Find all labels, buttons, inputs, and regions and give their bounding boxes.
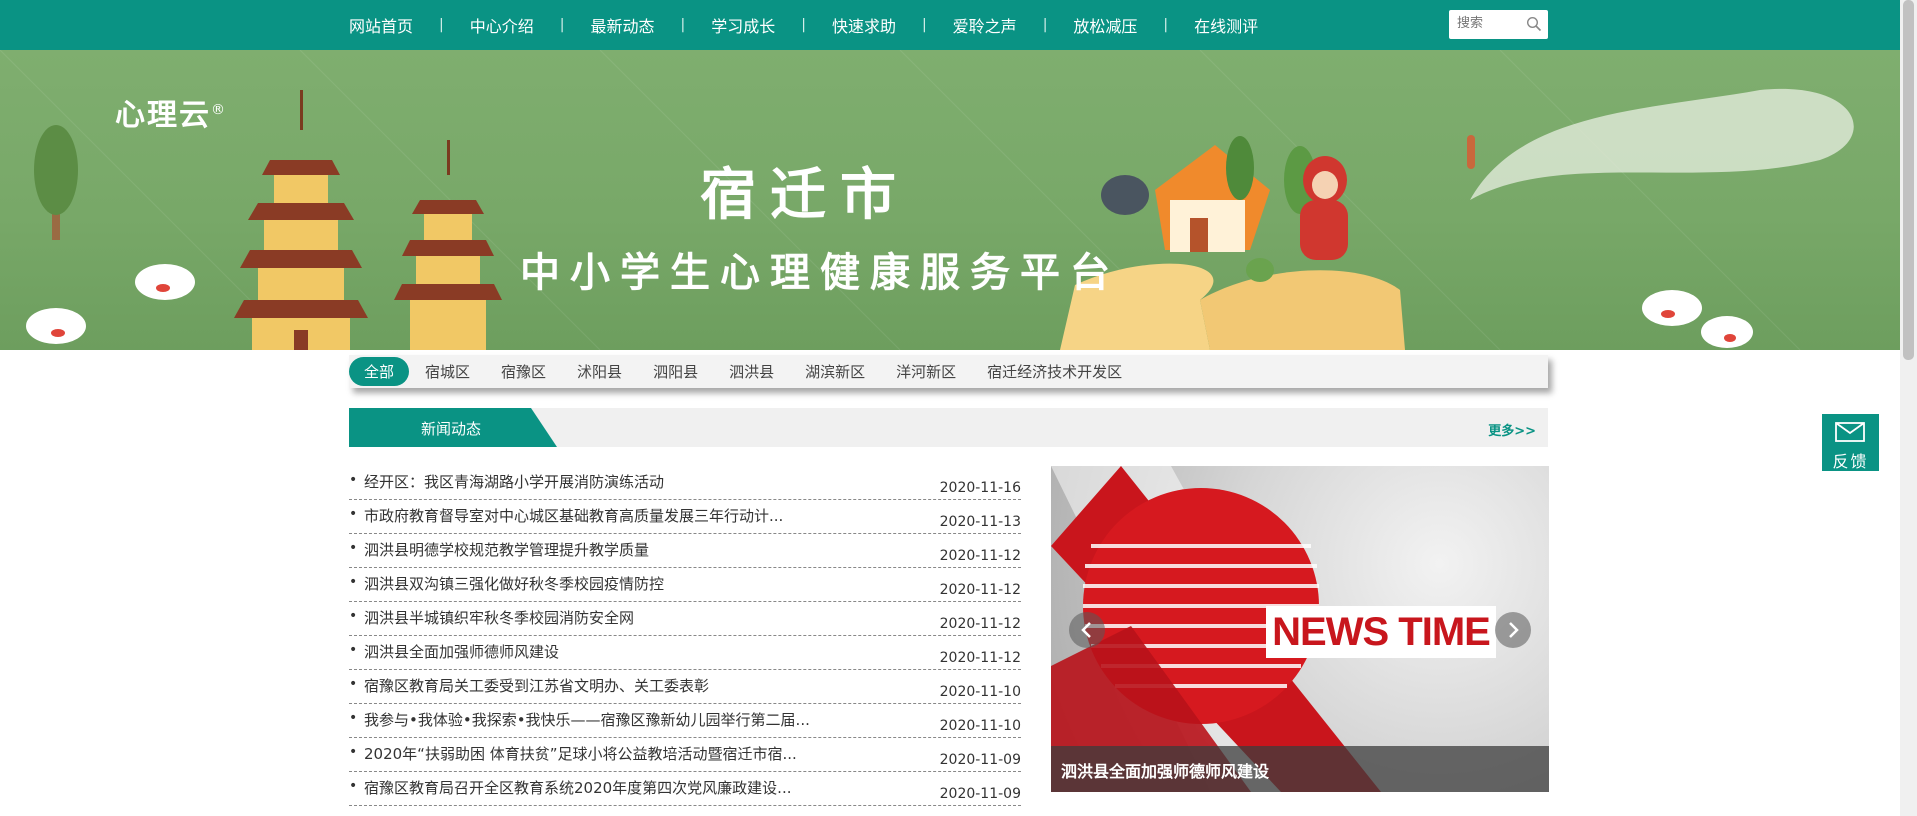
news-date: 2020-11-09 xyxy=(939,752,1021,768)
news-title[interactable]: 2020年“扶弱助困 体育扶贫”足球小将公益教培活动暨宿迁市宿... xyxy=(364,743,797,764)
bullet: • xyxy=(349,744,358,760)
nav-separator: | xyxy=(680,17,686,33)
news-title[interactable]: 泗洪县半城镇织牢秋冬季校园消防安全网 xyxy=(364,607,634,628)
feedback-button[interactable]: 反馈 xyxy=(1822,414,1879,471)
news-item[interactable]: • 泗洪县明德学校规范教学管理提升教学质量 2020-11-12 xyxy=(349,534,1021,568)
carousel-caption-bar[interactable]: 泗洪县全面加强师德师风建设 xyxy=(1051,746,1549,792)
main-nav: 网站首页 | 中心介绍 | 最新动态 | 学习成长 | 快速求助 | 爱聆之声 … xyxy=(349,0,1258,50)
bullet: • xyxy=(349,540,358,556)
bullet: • xyxy=(349,778,358,794)
district-tab-economic-zone[interactable]: 宿迁经济技术开发区 xyxy=(987,361,1122,382)
news-time-label: NEWS TIME xyxy=(1266,606,1496,658)
news-list: • 经开区：我区青海湖路小学开展消防演练活动 2020-11-16 • 市政府教育督导… xyxy=(349,466,1021,806)
nav-separator: | xyxy=(1042,17,1048,33)
news-section-title: 新闻动态 xyxy=(421,420,482,438)
bullet: • xyxy=(349,574,358,590)
news-title[interactable]: 泗洪县明德学校规范教学管理提升教学质量 xyxy=(364,539,649,560)
news-item[interactable]: • 经开区：我区青海湖路小学开展消防演练活动 2020-11-16 xyxy=(349,466,1021,500)
envelope-icon xyxy=(1835,422,1865,442)
news-item[interactable]: • 宿豫区教育局召开全区教育系统2020年度第四次党风廉政建设... 2020-11… xyxy=(349,772,1021,806)
news-date: 2020-11-09 xyxy=(939,786,1021,802)
nav-item-home[interactable]: 网站首页 xyxy=(349,13,413,37)
carousel-next-button[interactable] xyxy=(1495,612,1531,648)
district-tab-suyu[interactable]: 宿豫区 xyxy=(501,361,546,382)
search-icon[interactable] xyxy=(1526,16,1542,32)
nav-item-about[interactable]: 中心介绍 xyxy=(470,13,534,37)
nav-separator: | xyxy=(439,17,444,33)
bullet: • xyxy=(349,506,358,522)
news-more-link[interactable]: 更多>> xyxy=(1488,420,1536,439)
banner-platform-title: 中小学生心理健康服务平台 xyxy=(520,250,1120,296)
district-tab-hubin[interactable]: 湖滨新区 xyxy=(805,361,865,382)
chevron-left-icon xyxy=(1081,622,1091,638)
news-date: 2020-11-13 xyxy=(939,514,1021,530)
news-date: 2020-11-10 xyxy=(939,684,1021,700)
brand-logo[interactable]: 心理云® xyxy=(115,90,227,134)
search-input[interactable] xyxy=(1457,10,1523,37)
news-item[interactable]: • 宿豫区教育局关工委受到江苏省文明办、关工委表彰 2020-11-10 xyxy=(349,670,1021,704)
nav-separator: | xyxy=(921,17,927,33)
news-title[interactable]: 市政府教育督导室对中心城区基础教育高质量发展三年行动计... xyxy=(364,505,783,526)
news-title[interactable]: 宿豫区教育局召开全区教育系统2020年度第四次党风廉政建设... xyxy=(364,777,791,798)
news-section-tab[interactable]: 新闻动态 xyxy=(349,408,557,447)
carousel-caption[interactable]: 泗洪县全面加强师德师风建设 xyxy=(1061,758,1269,782)
news-item[interactable]: • 泗洪县半城镇织牢秋冬季校园消防安全网 2020-11-12 xyxy=(349,602,1021,636)
news-item[interactable]: • 泗洪县全面加强师德师风建设 2020-11-12 xyxy=(349,636,1021,670)
nav-separator: | xyxy=(801,17,806,33)
banner-city-title: 宿迁市 xyxy=(700,163,910,228)
search-box xyxy=(1449,10,1548,39)
chevron-right-icon xyxy=(1509,622,1519,638)
news-date: 2020-11-12 xyxy=(939,582,1021,598)
nav-separator: | xyxy=(1163,17,1169,33)
district-tab-shuyang[interactable]: 沭阳县 xyxy=(577,361,622,382)
news-carousel[interactable]: NEWS TIME 泗洪县全面加强师德师风建设 xyxy=(1051,466,1549,792)
nav-item-voice[interactable]: 爱聆之声 xyxy=(953,13,1017,37)
news-title[interactable]: 泗洪县全面加强师德师风建设 xyxy=(364,641,559,662)
bullet: • xyxy=(349,608,358,624)
news-date: 2020-11-12 xyxy=(939,616,1021,632)
news-section-header: 新闻动态 更多>> xyxy=(349,408,1548,447)
news-date: 2020-11-12 xyxy=(939,650,1021,666)
news-title[interactable]: 宿豫区教育局关工委受到江苏省文明办、关工委表彰 xyxy=(364,675,709,696)
news-date: 2020-11-12 xyxy=(939,548,1021,564)
feedback-label: 反馈 xyxy=(1832,452,1869,471)
nav-separator: | xyxy=(559,17,565,33)
news-date: 2020-11-16 xyxy=(939,480,1021,496)
nav-item-help[interactable]: 快速求助 xyxy=(832,13,896,37)
news-item[interactable]: • 泗洪县双沟镇三强化做好秋冬季校园疫情防控 2020-11-12 xyxy=(349,568,1021,602)
district-tab-sucheng[interactable]: 宿城区 xyxy=(425,361,470,382)
district-tab-sihong[interactable]: 泗洪县 xyxy=(729,361,774,382)
bullet: • xyxy=(349,642,358,658)
news-title[interactable]: 我参与•我体验•我探索•我快乐——宿豫区豫新幼儿园举行第二届... xyxy=(364,709,810,730)
top-nav-bar: 网站首页 | 中心介绍 | 最新动态 | 学习成长 | 快速求助 | 爱聆之声 … xyxy=(0,0,1917,50)
nav-item-latest[interactable]: 最新动态 xyxy=(590,13,654,37)
district-tab-all[interactable]: 全部 xyxy=(349,357,410,386)
district-tab-siyang[interactable]: 泗阳县 xyxy=(653,361,698,382)
carousel-prev-button[interactable] xyxy=(1069,612,1105,648)
nav-item-assessment[interactable]: 在线测评 xyxy=(1194,13,1258,37)
news-item[interactable]: • 2020年“扶弱助困 体育扶贫”足球小将公益教培活动暨宿迁市宿... 2020-… xyxy=(349,738,1021,772)
bullet: • xyxy=(349,676,358,692)
news-title[interactable]: 泗洪县双沟镇三强化做好秋冬季校园疫情防控 xyxy=(364,573,664,594)
news-item[interactable]: • 市政府教育督导室对中心城区基础教育高质量发展三年行动计... 2020-11-1… xyxy=(349,500,1021,534)
district-filter-bar: 全部 宿城区 宿豫区 沭阳县 泗阳县 泗洪县 湖滨新区 洋河新区 宿迁经济技术开… xyxy=(349,355,1548,388)
news-item[interactable]: • 我参与•我体验•我探索•我快乐——宿豫区豫新幼儿园举行第二届... 2020-1… xyxy=(349,704,1021,738)
page-scrollbar-thumb[interactable] xyxy=(1903,0,1914,360)
banner-illustration xyxy=(0,50,1854,350)
news-date: 2020-11-10 xyxy=(939,718,1021,734)
bullet: • xyxy=(349,472,358,488)
nav-item-relax[interactable]: 放松减压 xyxy=(1073,13,1137,37)
news-title[interactable]: 经开区：我区青海湖路小学开展消防演练活动 xyxy=(364,471,664,492)
hero-banner: 心理云® 宿迁市 中小学生心理健康服务平台 xyxy=(0,50,1900,350)
nav-item-learning[interactable]: 学习成长 xyxy=(711,13,775,37)
bullet: • xyxy=(349,710,358,726)
district-tab-yanghe[interactable]: 洋河新区 xyxy=(896,361,956,382)
